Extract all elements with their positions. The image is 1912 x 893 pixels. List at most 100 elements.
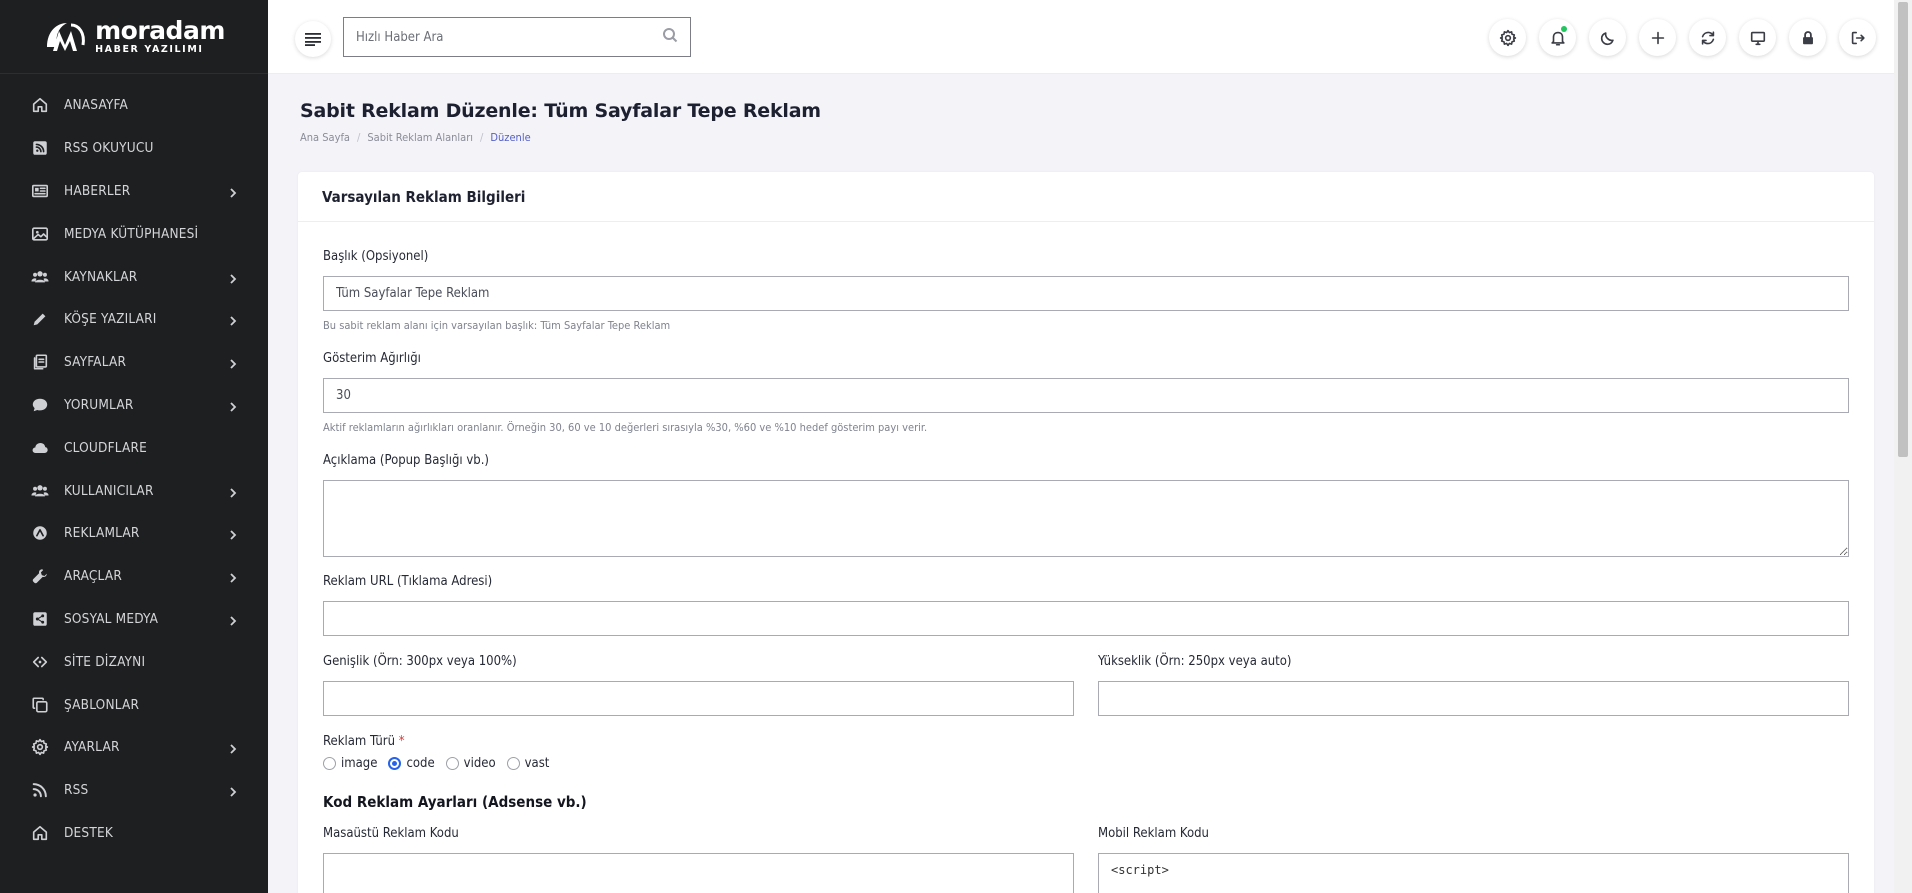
- chevron-right-icon: [228, 400, 238, 412]
- ad-type-option-code[interactable]: code: [388, 756, 435, 771]
- ad-type-option-video[interactable]: video: [445, 756, 496, 771]
- pen-icon: [30, 309, 50, 329]
- breadcrumb-home-link[interactable]: Ana Sayfa: [300, 131, 350, 144]
- sidebar-item-label: CLOUDFLARE: [64, 439, 148, 456]
- chevron-right-icon: [228, 357, 238, 369]
- notifications-button[interactable]: [1539, 19, 1576, 56]
- scrollbar-thumb[interactable]: [1898, 2, 1908, 457]
- width-label: Genişlik (Örn: 300px veya 100%): [323, 654, 517, 669]
- breadcrumb-ads-link[interactable]: Sabit Reklam Alanları: [367, 131, 473, 144]
- screen-button[interactable]: [1739, 19, 1776, 56]
- refresh-icon: [1701, 30, 1714, 45]
- sidebar-item-sayfalar[interactable]: SAYFALAR: [0, 341, 268, 384]
- users-icon: [30, 267, 50, 287]
- sidebar-nav: ANASAYFA RSS OKUYUCU HABERLER MEDYA KÜTÜ…: [0, 74, 268, 854]
- radio-button-checked[interactable]: [388, 757, 402, 770]
- plus-icon: [1651, 31, 1664, 44]
- sidebar-item-medya-kutuphanesi[interactable]: MEDYA KÜTÜPHANESİ: [0, 212, 268, 255]
- rss-square-icon: [30, 138, 50, 158]
- page-scrollbar[interactable]: [1894, 0, 1912, 893]
- topbar: [268, 0, 1912, 74]
- refresh-button[interactable]: [1689, 19, 1726, 56]
- breadcrumb: Ana Sayfa / Sabit Reklam Alanları / Düze…: [300, 131, 821, 144]
- radio-button[interactable]: [506, 757, 520, 770]
- sidebar-item-label: REKLAMLAR: [64, 525, 140, 542]
- newspaper-icon: [30, 181, 50, 201]
- design-icon: [30, 652, 50, 672]
- dark-mode-button[interactable]: [1589, 19, 1626, 56]
- menu-toggle-button[interactable]: [295, 21, 331, 57]
- sidebar-item-label: YORUMLAR: [64, 396, 134, 413]
- url-label: Reklam URL (Tıklama Adresi): [323, 574, 493, 589]
- sidebar-item-label: KULLANICILAR: [64, 482, 154, 499]
- sidebar-item-rss-okuyucu[interactable]: RSS OKUYUCU: [0, 127, 268, 170]
- sidebar-item-cloudflare[interactable]: CLOUDFLARE: [0, 426, 268, 469]
- title-input[interactable]: [323, 276, 1849, 311]
- brand-logo[interactable]: moradam HABER YAZILIMI: [0, 0, 268, 74]
- add-button[interactable]: [1639, 19, 1676, 56]
- card-header: Varsayılan Reklam Bilgileri: [298, 172, 1874, 222]
- copy-icon: [30, 695, 50, 715]
- description-textarea[interactable]: [323, 480, 1849, 557]
- radio-button[interactable]: [445, 757, 459, 770]
- sidebar-item-sablonlar[interactable]: ŞABLONLAR: [0, 683, 268, 726]
- chevron-right-icon: [228, 314, 238, 327]
- sidebar-item-anasayfa[interactable]: ANASAYFA: [0, 84, 268, 127]
- sidebar-item-label: KAYNAKLAR: [64, 268, 138, 285]
- logout-button[interactable]: [1839, 19, 1876, 56]
- chevron-right-icon: [228, 742, 238, 754]
- mobile-code-textarea[interactable]: <script>: [1098, 853, 1849, 893]
- sidebar-item-kullanicilar[interactable]: KULLANICILAR: [0, 469, 268, 512]
- cloud-icon: [30, 438, 50, 458]
- width-input[interactable]: [323, 681, 1074, 716]
- settings-button[interactable]: [1489, 19, 1526, 56]
- share-icon: [30, 609, 50, 629]
- radio-label: vast: [524, 756, 550, 771]
- ad-type-label-text: Reklam Türü: [323, 734, 396, 749]
- lock-button[interactable]: [1789, 19, 1826, 56]
- ad-type-option-vast[interactable]: vast: [506, 756, 550, 771]
- height-input[interactable]: [1098, 681, 1849, 716]
- ad-type-option-image[interactable]: image: [323, 756, 377, 771]
- gear-icon: [30, 737, 50, 757]
- sidebar-item-haberler[interactable]: HABERLER: [0, 170, 268, 213]
- radio-button[interactable]: [323, 757, 336, 770]
- sidebar-item-yorumlar[interactable]: YORUMLAR: [0, 384, 268, 427]
- sidebar: moradam HABER YAZILIMI ANASAYFA RSS OKUY…: [0, 0, 268, 893]
- card-title: Varsayılan Reklam Bilgileri: [322, 187, 526, 206]
- sidebar-item-rss[interactable]: RSS: [0, 769, 268, 812]
- sidebar-item-sosyal-medya[interactable]: SOSYAL MEDYA: [0, 598, 268, 641]
- sidebar-item-label: AYARLAR: [64, 739, 120, 756]
- desktop-code-textarea[interactable]: [323, 853, 1074, 893]
- ad-type-label: Reklam Türü *: [323, 734, 405, 749]
- sidebar-item-araclar[interactable]: ARAÇLAR: [0, 555, 268, 598]
- hamburger-icon: [305, 33, 321, 46]
- sidebar-item-destek[interactable]: DESTEK: [0, 812, 268, 855]
- url-input[interactable]: [323, 601, 1849, 636]
- chevron-right-icon: [228, 785, 238, 797]
- image-icon: [30, 224, 50, 244]
- sidebar-item-reklamlar[interactable]: REKLAMLAR: [0, 512, 268, 555]
- title-help-text: Bu sabit reklam alanı için varsayılan ba…: [323, 319, 671, 332]
- logo-mark-icon: [47, 22, 86, 51]
- home-icon: [30, 823, 50, 843]
- breadcrumb-separator: /: [357, 131, 361, 144]
- weight-input[interactable]: [323, 378, 1849, 413]
- wrench-icon: [30, 566, 50, 586]
- chevron-right-icon: [228, 272, 238, 284]
- weight-label: Gösterim Ağırlığı: [323, 351, 421, 366]
- comment-icon: [30, 395, 50, 415]
- sidebar-item-site-dizayni[interactable]: SİTE DİZAYNI: [0, 640, 268, 683]
- search-icon[interactable]: [662, 27, 678, 47]
- sidebar-item-kaynaklar[interactable]: KAYNAKLAR: [0, 255, 268, 298]
- sidebar-item-ayarlar[interactable]: AYARLAR: [0, 726, 268, 769]
- brand-name: moradam: [95, 16, 225, 46]
- search-input[interactable]: [356, 29, 662, 45]
- ad-icon: [30, 523, 50, 543]
- height-label: Yükseklik (Örn: 250px veya auto): [1098, 654, 1292, 669]
- chevron-right-icon: [228, 186, 238, 198]
- sidebar-item-kose-yazilari[interactable]: KÖŞE YAZILARI: [0, 298, 268, 341]
- sidebar-item-label: RSS OKUYUCU: [64, 140, 154, 157]
- lock-icon: [1802, 30, 1813, 44]
- mobile-code-label: Mobil Reklam Kodu: [1098, 826, 1209, 841]
